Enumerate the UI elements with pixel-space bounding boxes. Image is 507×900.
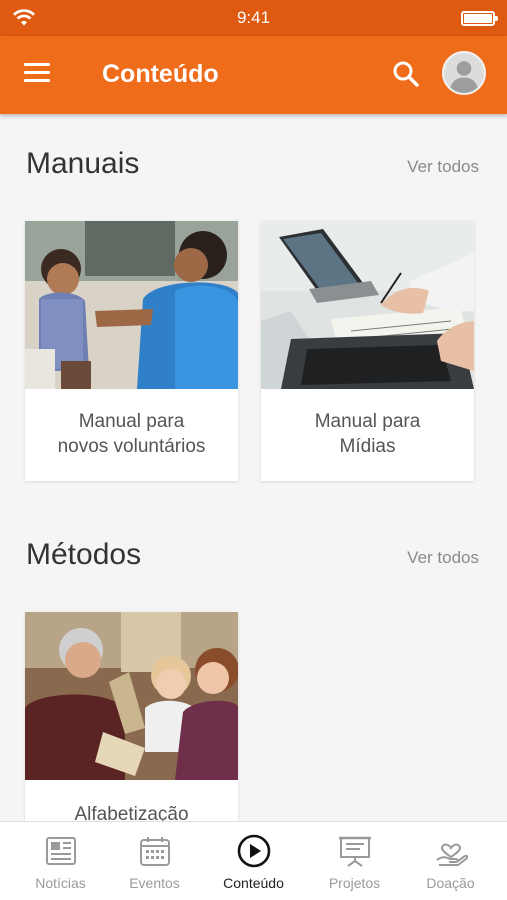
bottom-tab-bar: Notícias Eventos Conteúdo Projetos Doaçã… [0,821,507,900]
tab-doacao[interactable]: Doação [400,822,501,900]
reading-family-photo [25,612,238,780]
card-title-line1: Manual para [78,411,185,432]
tab-label: Doação [426,875,475,891]
volunteer-photo [25,221,238,389]
tab-label: Notícias [35,875,86,891]
card-manual-midias[interactable]: Manual para Mídias [261,221,474,481]
card-title-line1: Alfabetização [74,804,189,821]
status-time: 9:41 [236,8,271,27]
page-title: Conteúdo [102,60,219,88]
tab-eventos[interactable]: Eventos [104,822,205,900]
tab-label: Conteúdo [223,875,284,891]
see-all-manuais-link[interactable]: Ver todos [407,157,479,177]
app-bar: Conteúdo [0,36,507,114]
tab-noticias[interactable]: Notícias [10,822,111,900]
card-manual-novos-voluntarios[interactable]: Manual para novos voluntários [25,221,238,481]
newspaper-icon [46,837,76,865]
heart-hand-icon [436,843,468,866]
laptop-writing-photo [261,221,474,389]
tab-conteudo[interactable]: Conteúdo [203,822,304,900]
calendar-icon [140,837,170,866]
presentation-board-icon [339,836,371,867]
card-title-line2: Mídias [339,436,396,457]
section-title-metodos: Métodos [26,538,142,571]
battery-icon [461,11,498,26]
play-circle-icon [237,834,271,868]
search-icon[interactable] [390,58,422,90]
hamburger-menu-icon[interactable] [24,63,52,85]
see-all-metodos-link[interactable]: Ver todos [407,548,479,568]
status-bar: 9:41 [0,0,507,36]
avatar[interactable] [442,51,486,95]
section-title-manuais: Manuais [26,147,140,180]
user-avatar-icon [444,53,484,93]
card-title-line2: novos voluntários [57,436,206,457]
tab-label: Eventos [129,875,180,891]
tab-projetos[interactable]: Projetos [304,822,405,900]
card-title-line1: Manual para [314,411,421,432]
tab-label: Projetos [328,875,381,891]
card-alfabetizacao[interactable]: Alfabetização [25,612,238,821]
